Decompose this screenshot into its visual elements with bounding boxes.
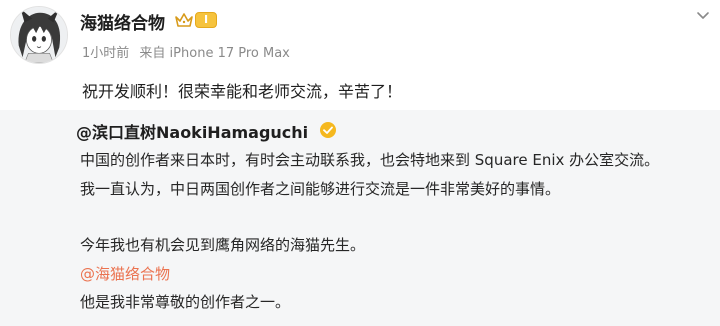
avatar[interactable] [10, 6, 68, 64]
avatar-illustration [11, 7, 67, 63]
crown-icon [175, 13, 193, 27]
repost-card[interactable]: @滨口直树NaokiHamaguchi 中国的创作者来日本时，有时会主动联系我，… [0, 110, 720, 326]
post-meta: 1小时前 来自 iPhone 17 Pro Max [82, 42, 296, 61]
verified-icon [320, 122, 336, 138]
post-text: 祝开发顺利！很荣幸能和老师交流，辛苦了！ [82, 82, 403, 101]
repost-author[interactable]: @滨口直树NaokiHamaguchi [76, 119, 308, 143]
repost-line: 我一直认为，中日两国创作者之间能够进行交流是一件非常美好的事情。 [80, 180, 561, 198]
repost-line: 中国的创作者来日本时，有时会主动联系我，也会特地来到 Square Enix 办… [80, 151, 660, 169]
more-icon[interactable] [694, 6, 712, 24]
post-source: 来自 iPhone 17 Pro Max [139, 46, 290, 61]
user-name[interactable]: 海猫络合物 [80, 9, 165, 34]
repost-line: 他是我非常尊敬的创作者之一。 [80, 293, 291, 311]
mention-link[interactable]: @海猫络合物 [80, 263, 170, 284]
repost-line: 今年我也有机会见到鹰角网络的海猫先生。 [80, 236, 366, 254]
level-badge[interactable]: I [195, 12, 217, 28]
post-time: 1小时前 [82, 46, 130, 61]
